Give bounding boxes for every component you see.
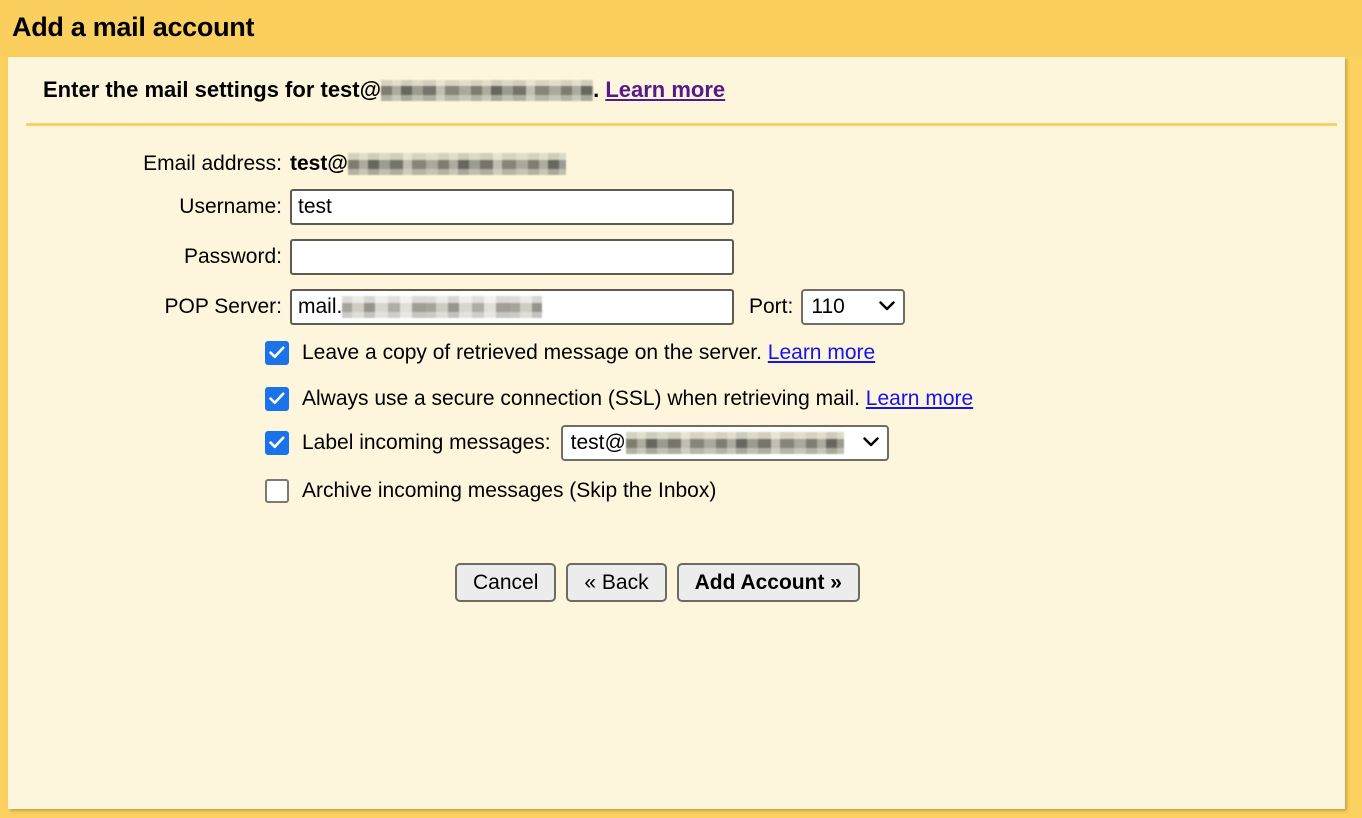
learn-more-link-header[interactable]: Learn more — [605, 77, 725, 102]
use-ssl-row: Always use a secure connection (SSL) whe… — [265, 384, 973, 414]
chevron-down-icon — [879, 299, 896, 315]
pop-server-label: POP Server: — [164, 295, 283, 318]
archive-incoming-row: Archive incoming messages (Skip the Inbo… — [265, 476, 716, 506]
username-row: Username: — [8, 188, 1345, 226]
archive-incoming-checkbox[interactable] — [265, 479, 289, 503]
content-panel: Enter the mail settings for test@. Learn… — [8, 57, 1345, 809]
subtitle-prefix: Enter the mail settings for test@ — [43, 77, 382, 102]
cancel-button[interactable]: Cancel — [455, 563, 557, 602]
subtitle: Enter the mail settings for test@. Learn… — [43, 77, 725, 103]
password-row: Password: — [8, 238, 1345, 276]
label-incoming-label: Label incoming messages: — [302, 431, 551, 454]
redacted-domain-subtitle — [381, 80, 594, 101]
use-ssl-label: Always use a secure connection (SSL) whe… — [302, 387, 860, 410]
port-select[interactable]: 110 — [801, 289, 906, 325]
redacted-domain-label-select — [625, 432, 844, 454]
email-address-value: test@ — [290, 152, 566, 176]
email-address-label: Email address: — [143, 152, 282, 175]
page-title: Add a mail account — [12, 12, 255, 42]
label-select[interactable]: test@ — [560, 425, 889, 461]
check-icon — [269, 434, 285, 453]
check-icon — [269, 390, 285, 409]
password-input[interactable] — [290, 239, 734, 275]
username-input[interactable] — [290, 189, 734, 225]
learn-more-link-leave-copy[interactable]: Learn more — [768, 341, 875, 365]
leave-copy-label: Leave a copy of retrieved message on the… — [302, 341, 762, 364]
chevron-down-icon — [862, 435, 879, 451]
email-address-prefix: test@ — [290, 152, 348, 175]
label-incoming-row: Label incoming messages: test@ — [265, 425, 889, 461]
leave-copy-text: Leave a copy of retrieved message on the… — [302, 341, 875, 365]
email-address-row: Email address: test@ — [8, 145, 1345, 183]
leave-copy-checkbox[interactable] — [265, 341, 289, 365]
pop-server-input-wrap[interactable]: mail. — [290, 289, 734, 325]
subtitle-suffix: . — [593, 77, 600, 102]
pop-server-input[interactable] — [290, 289, 734, 325]
back-button[interactable]: « Back — [566, 563, 667, 602]
leave-copy-row: Leave a copy of retrieved message on the… — [265, 338, 875, 368]
label-incoming-checkbox[interactable] — [265, 431, 289, 455]
username-label: Username: — [179, 195, 282, 218]
button-bar: Cancel « Back Add Account » — [455, 563, 860, 602]
learn-more-link-ssl[interactable]: Learn more — [866, 387, 973, 411]
archive-incoming-label: Archive incoming messages (Skip the Inbo… — [302, 479, 717, 502]
password-label: Password: — [183, 245, 282, 268]
redacted-domain-email — [347, 153, 566, 175]
label-select-value: test@ — [571, 431, 844, 455]
port-select-value: 110 — [811, 295, 845, 318]
use-ssl-checkbox[interactable] — [265, 387, 289, 411]
port-label: Port: — [749, 295, 794, 318]
window-titlebar: Add a mail account — [0, 0, 1362, 57]
use-ssl-text: Always use a secure connection (SSL) whe… — [302, 387, 973, 411]
header-divider — [26, 123, 1337, 126]
pop-server-row: POP Server: mail. Port: 110 — [8, 288, 1345, 326]
archive-incoming-text: Archive incoming messages (Skip the Inbo… — [302, 479, 716, 503]
label-select-prefix: test@ — [570, 431, 626, 454]
add-account-button[interactable]: Add Account » — [676, 563, 860, 602]
label-incoming-text: Label incoming messages: — [302, 431, 551, 455]
add-mail-account-window: Add a mail account Enter the mail settin… — [0, 0, 1362, 818]
check-icon — [269, 344, 285, 363]
